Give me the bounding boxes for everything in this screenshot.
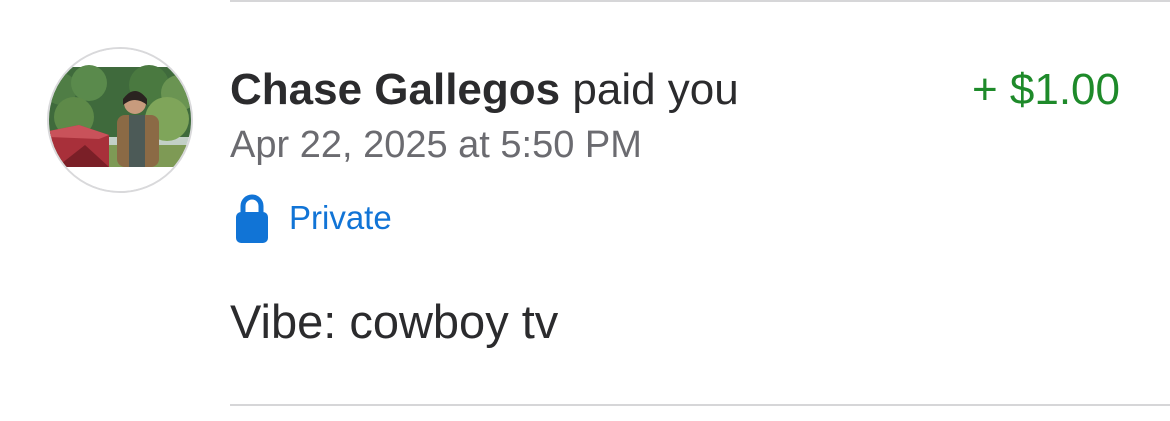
transaction-amount: + $1.00 xyxy=(971,65,1120,114)
transaction-title: Chase Gallegos paid you xyxy=(230,64,739,116)
top-divider xyxy=(230,0,1170,2)
transaction-note: Vibe: cowboy tv xyxy=(230,295,559,348)
bottom-divider xyxy=(230,404,1170,406)
avatar[interactable] xyxy=(47,47,193,193)
privacy-indicator: Private xyxy=(235,192,392,244)
avatar-photo xyxy=(49,49,191,191)
lock-icon xyxy=(236,194,268,243)
privacy-label: Private xyxy=(289,199,392,236)
transaction-action: paid you xyxy=(572,65,739,114)
transaction-datetime: Apr 22, 2025 at 5:50 PM xyxy=(230,124,642,166)
sender-name[interactable]: Chase Gallegos xyxy=(230,65,560,114)
